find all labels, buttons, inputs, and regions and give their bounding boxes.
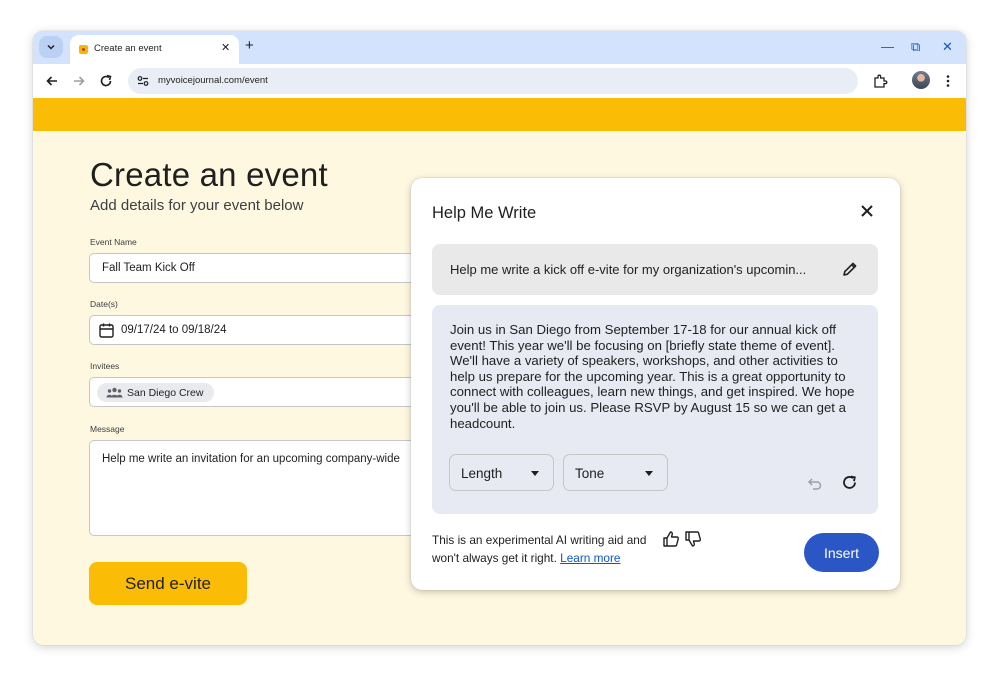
message-label: Message <box>90 424 125 434</box>
dates-value: 09/17/24 to 09/18/24 <box>121 324 227 336</box>
menu-button[interactable] <box>939 72 957 90</box>
refresh-icon[interactable] <box>841 474 858 491</box>
reload-button[interactable] <box>97 72 115 90</box>
prompt-box: Help me write a kick off e-vite for my o… <box>432 244 878 295</box>
browser-window: Create an event ✕ + — ⧉ ✕ myvoicejournal… <box>33 31 966 645</box>
tab-search-button[interactable] <box>39 36 63 58</box>
disclaimer-line-2-text: won't always get it right. <box>432 551 557 565</box>
invitee-chip[interactable]: San Diego Crew <box>97 383 214 402</box>
forward-arrow-icon <box>74 76 85 86</box>
active-tab[interactable]: Create an event ✕ <box>70 35 239 64</box>
chevron-down-icon <box>47 44 55 50</box>
tab-title: Create an event <box>94 43 162 54</box>
prompt-text: Help me write a kick off e-vite for my o… <box>450 262 807 277</box>
page-title: Create an event <box>90 156 328 193</box>
invitees-label: Invitees <box>90 361 120 371</box>
favicon-icon <box>79 45 88 54</box>
restore-button[interactable]: ⧉ <box>911 39 920 55</box>
length-dropdown[interactable]: Length <box>449 454 554 491</box>
forward-button[interactable] <box>70 72 88 90</box>
caret-down-icon <box>645 471 653 476</box>
send-evite-button[interactable]: Send e-vite <box>89 562 247 605</box>
disclaimer-line-2: won't always get it right. Learn more <box>432 549 646 567</box>
tone-dropdown[interactable]: Tone <box>563 454 668 491</box>
message-value: Help me write an invitation for an upcom… <box>102 453 400 465</box>
calendar-icon <box>99 323 114 338</box>
caret-down-icon <box>531 471 539 476</box>
address-bar[interactable]: myvoicejournal.com/event <box>128 68 858 94</box>
site-header-bar <box>33 98 966 131</box>
tab-strip: Create an event ✕ + — ⧉ ✕ <box>33 31 966 64</box>
back-button[interactable] <box>43 72 61 90</box>
invitee-chip-label: San Diego Crew <box>127 387 204 399</box>
thumb-down-icon[interactable] <box>684 530 702 548</box>
tone-label: Tone <box>575 466 605 481</box>
event-name-field[interactable]: Fall Team Kick Off <box>89 253 449 283</box>
dialog-title: Help Me Write <box>432 204 537 222</box>
reload-icon <box>100 74 112 87</box>
thumb-up-icon[interactable] <box>662 530 680 548</box>
extensions-button[interactable] <box>871 72 889 90</box>
back-arrow-icon <box>46 76 57 86</box>
disclaimer: This is an experimental AI writing aid a… <box>432 531 646 567</box>
more-vert-icon <box>946 75 950 87</box>
window-close-button[interactable]: ✕ <box>942 39 953 55</box>
generated-text: Join us in San Diego from September 17-1… <box>450 322 855 431</box>
event-name-value: Fall Team Kick Off <box>102 262 195 274</box>
length-label: Length <box>461 466 503 481</box>
site-settings-icon <box>137 76 149 86</box>
profile-avatar[interactable] <box>912 71 930 89</box>
help-me-write-dialog: Help Me Write Help me write a kick off e… <box>411 178 900 590</box>
learn-more-link[interactable]: Learn more <box>560 551 620 565</box>
new-tab-button[interactable]: + <box>245 37 254 55</box>
message-field[interactable]: Help me write an invitation for an upcom… <box>89 440 449 536</box>
generated-text-box: Join us in San Diego from September 17-1… <box>432 305 878 514</box>
dates-label: Date(s) <box>90 299 118 309</box>
insert-button[interactable]: Insert <box>804 533 879 572</box>
disclaimer-line-1: This is an experimental AI writing aid a… <box>432 533 647 547</box>
event-name-label: Event Name <box>90 237 137 247</box>
dates-field[interactable]: 09/17/24 to 09/18/24 <box>89 315 449 345</box>
close-icon[interactable] <box>859 203 875 219</box>
undo-icon[interactable] <box>807 475 823 491</box>
invitees-field[interactable]: San Diego Crew <box>89 377 449 407</box>
page-subtitle: Add details for your event below <box>90 197 304 214</box>
pencil-icon[interactable] <box>841 260 859 278</box>
group-icon <box>106 387 123 398</box>
url-text: myvoicejournal.com/event <box>158 75 268 86</box>
tab-close-icon[interactable]: ✕ <box>221 41 230 54</box>
minimize-button[interactable]: — <box>881 39 894 55</box>
browser-toolbar: myvoicejournal.com/event <box>33 64 966 98</box>
extensions-icon <box>873 74 887 88</box>
